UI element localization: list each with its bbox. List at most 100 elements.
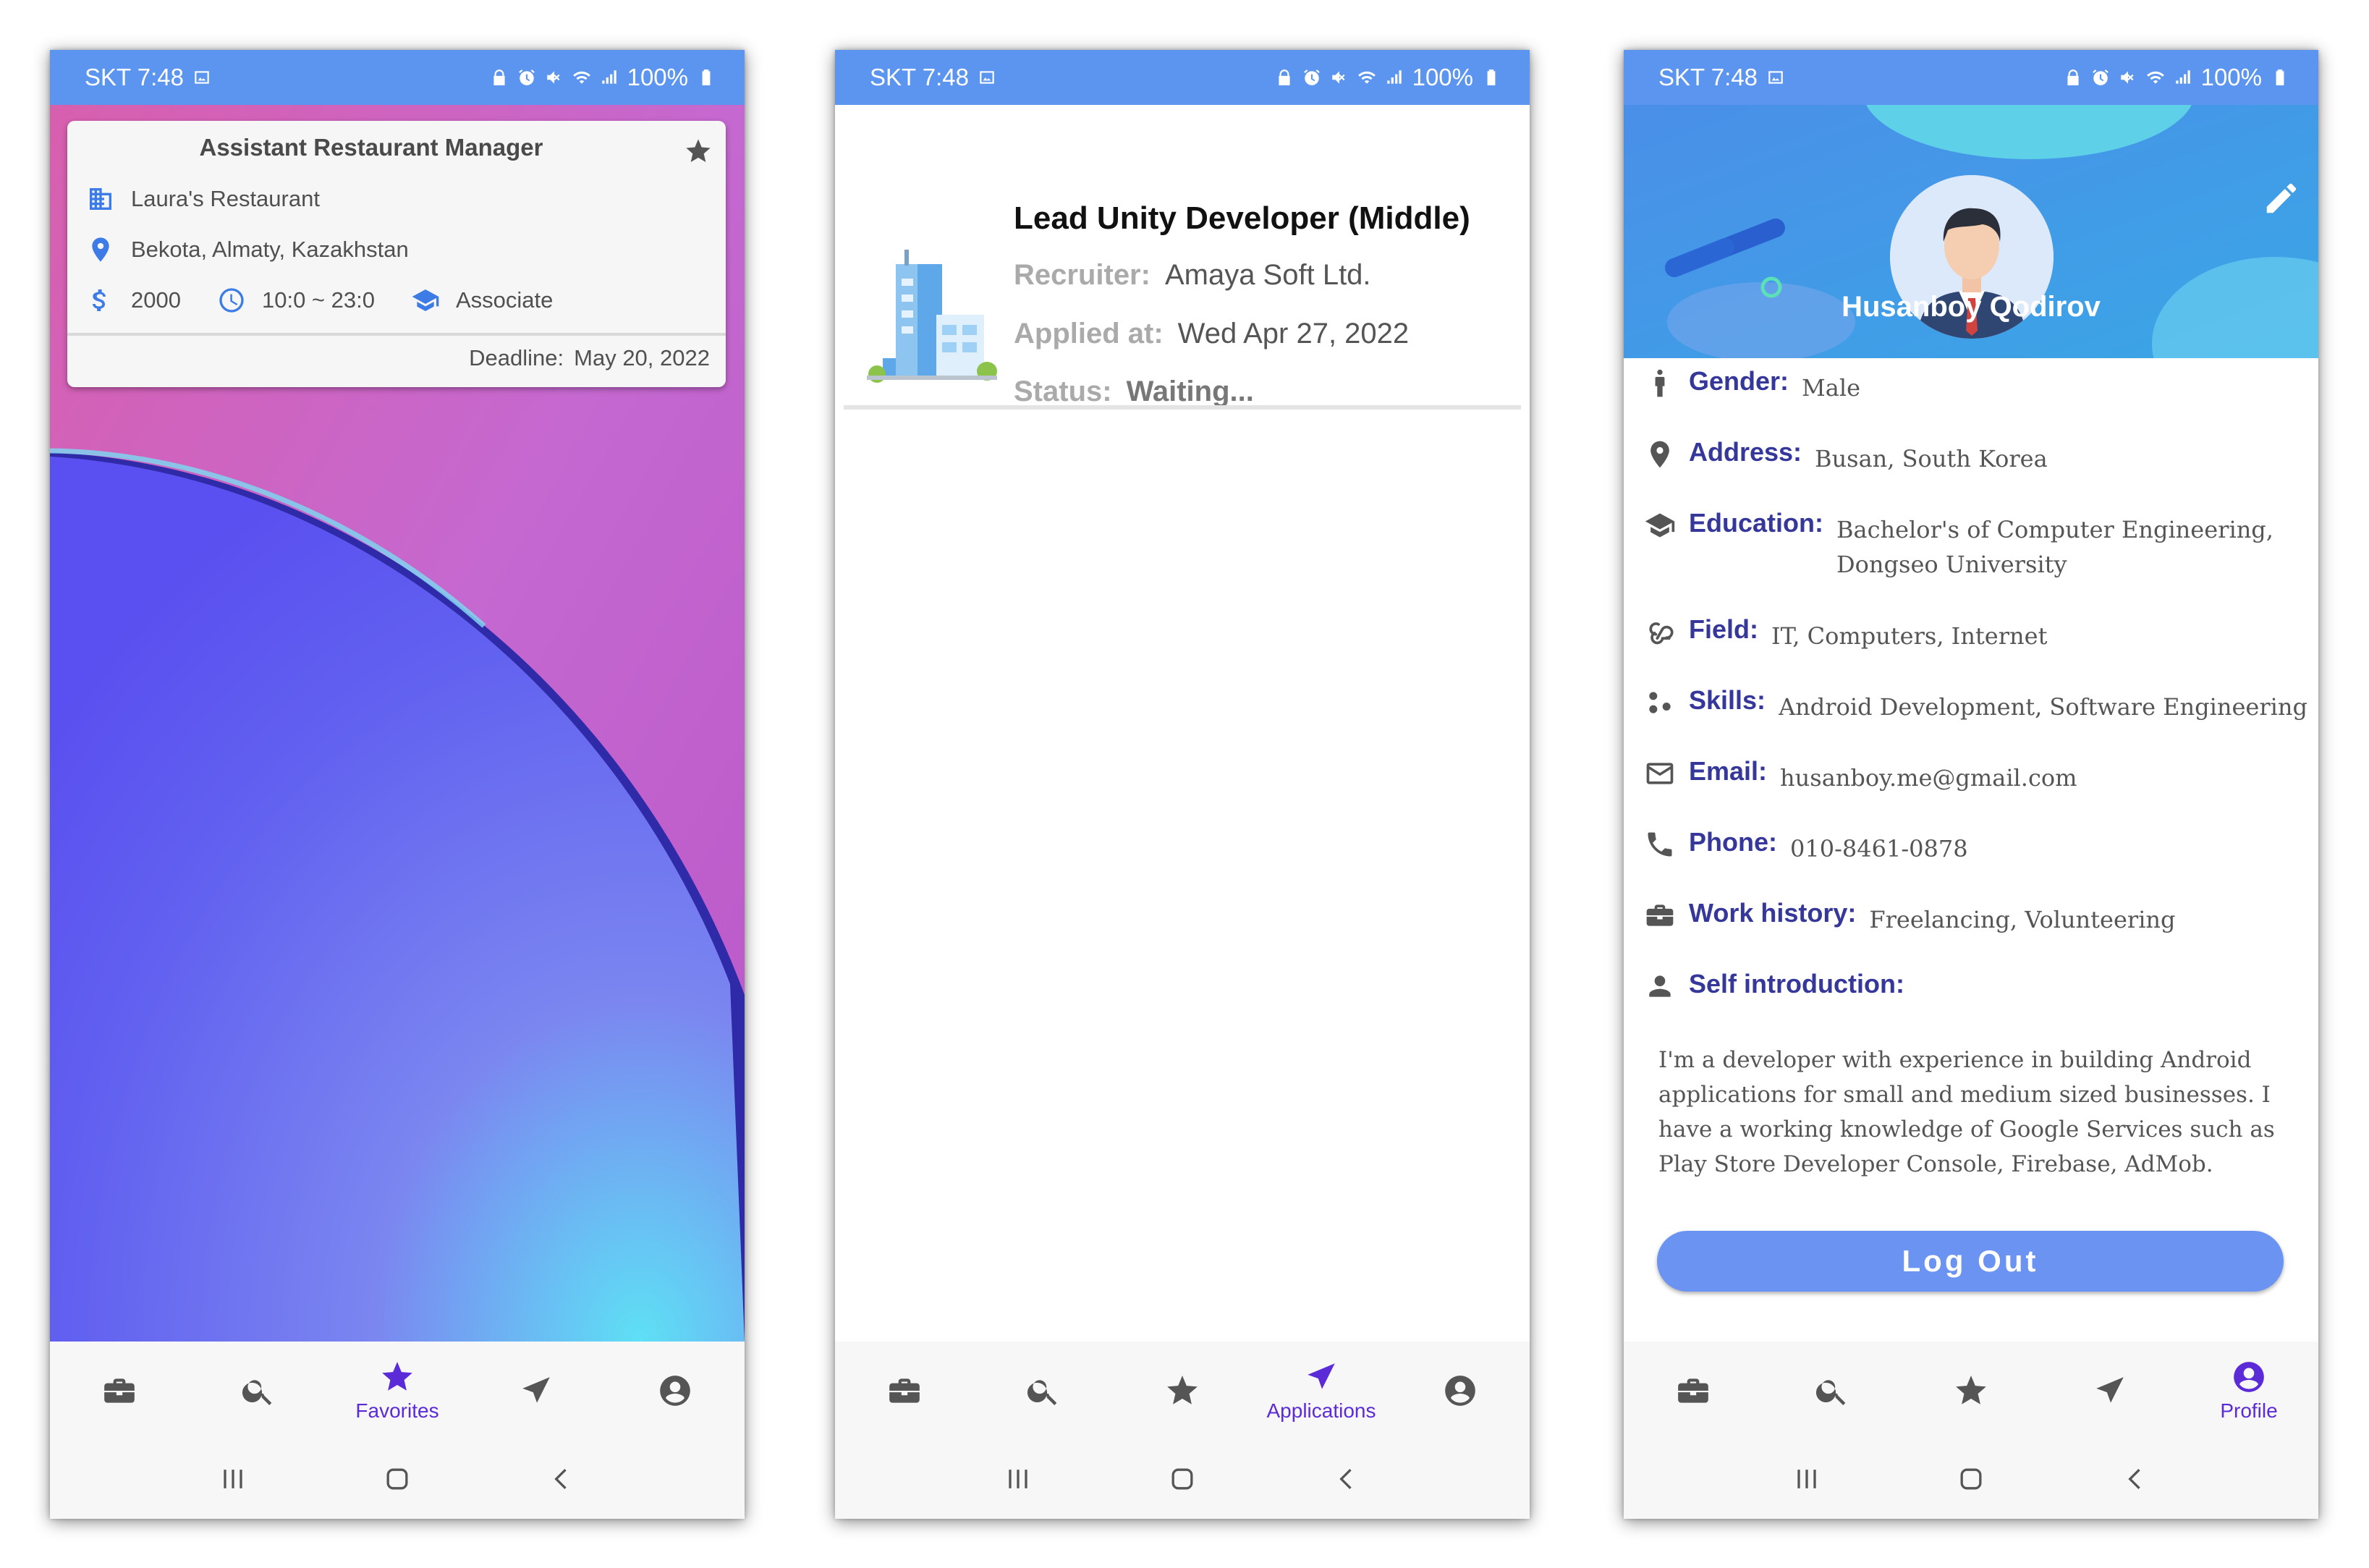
- nav-search[interactable]: [974, 1342, 1113, 1439]
- signal-icon: [600, 68, 619, 87]
- nav-search[interactable]: [1763, 1342, 1902, 1439]
- nav-favorites[interactable]: [1113, 1342, 1252, 1439]
- person-standing-icon: [1644, 368, 1676, 399]
- send-icon: [2092, 1373, 2128, 1409]
- skills-value: Android Development, Software Engineerin…: [1779, 693, 2307, 721]
- nav-jobs[interactable]: [1624, 1342, 1763, 1439]
- nav-applications[interactable]: [2040, 1342, 2179, 1439]
- bottom-navigation: Applications: [835, 1342, 1530, 1439]
- field-value: IT, Computers, Internet: [1771, 622, 2048, 650]
- gallery-notification-icon: [978, 68, 996, 87]
- alarm-icon: [517, 68, 536, 87]
- field-label: Field:: [1689, 614, 1758, 644]
- alarm-icon: [1302, 68, 1321, 87]
- company-row: Laura's Restaurant: [86, 185, 320, 213]
- nav-favorites[interactable]: [1902, 1342, 2040, 1439]
- graduation-cap-icon: [1644, 509, 1676, 541]
- person-icon: [1644, 970, 1676, 1002]
- gallery-notification-icon: [1766, 68, 1785, 87]
- send-icon: [1303, 1359, 1339, 1395]
- back-button[interactable]: [2119, 1463, 2151, 1495]
- back-button[interactable]: [1331, 1463, 1363, 1495]
- email-label: Email:: [1689, 756, 1768, 786]
- application-job-title: Lead Unity Developer (Middle): [1014, 200, 1470, 236]
- skills-row: Skills: Android Development, Software En…: [1644, 685, 2307, 724]
- battery-icon: [697, 68, 716, 87]
- education-value-line1: Bachelor's of Computer Engineering,: [1836, 516, 2273, 543]
- recruiter-line: Recruiter: Amaya Soft Ltd.: [1014, 259, 1371, 292]
- nav-profile[interactable]: [606, 1342, 745, 1439]
- work-history-row: Work history: Freelancing, Volunteering: [1644, 898, 2176, 937]
- gender-value: Male: [1802, 374, 1861, 402]
- phone-value: 010-8461-0878: [1790, 835, 1968, 863]
- signal-icon: [2174, 68, 2192, 87]
- alarm-icon: [2091, 68, 2110, 87]
- self-intro-row: Self introduction:: [1644, 969, 1917, 1002]
- deadline-value: May 20, 2022: [574, 345, 710, 370]
- gender-row: Gender: Male: [1644, 366, 1860, 405]
- system-navigation: [50, 1439, 745, 1519]
- applied-value: Wed Apr 27, 2022: [1177, 318, 1410, 349]
- favorite-star-icon[interactable]: [684, 137, 713, 166]
- home-button[interactable]: [1166, 1463, 1198, 1495]
- battery-percent: 100%: [2200, 64, 2262, 90]
- gallery-notification-icon: [192, 68, 211, 87]
- logout-button[interactable]: Log Out: [1657, 1231, 2284, 1292]
- nav-profile[interactable]: [1391, 1342, 1530, 1439]
- home-button[interactable]: [1955, 1463, 1987, 1495]
- favorite-job-card[interactable]: Assistant Restaurant Manager Laura's Res…: [67, 121, 726, 387]
- home-button[interactable]: [381, 1463, 413, 1495]
- self-intro-text: I'm a developer with experience in build…: [1658, 1047, 2275, 1177]
- address-row: Address: Busan, South Korea: [1644, 437, 2048, 476]
- skills-label: Skills:: [1689, 685, 1766, 715]
- nav-profile[interactable]: Profile: [2179, 1342, 2318, 1439]
- briefcase-icon: [1644, 899, 1676, 931]
- mute-icon: [2119, 68, 2137, 87]
- back-button[interactable]: [546, 1463, 577, 1495]
- recents-button[interactable]: [1791, 1463, 1823, 1495]
- edit-pencil-icon[interactable]: [2262, 179, 2301, 218]
- nav-favorites[interactable]: Favorites: [328, 1342, 467, 1439]
- mute-icon: [1330, 68, 1349, 87]
- email-row: Email: husanboy.me@gmail.com: [1644, 756, 2077, 795]
- nav-applications[interactable]: [467, 1342, 606, 1439]
- phone-icon: [1644, 829, 1676, 860]
- profile-header: Husanboy Qodirov: [1624, 105, 2318, 358]
- dollar-icon: [86, 286, 115, 315]
- status-bar: SKT 7:48 100%: [835, 50, 1530, 105]
- phone-row: Phone: 010-8461-0878: [1644, 827, 1968, 866]
- battery-icon: [1482, 68, 1501, 87]
- bottom-navigation: Profile: [1624, 1342, 2318, 1439]
- application-card[interactable]: Lead Unity Developer (Middle) Recruiter:…: [835, 105, 1530, 416]
- applied-line: Applied at: Wed Apr 27, 2022: [1014, 318, 1409, 350]
- nav-search[interactable]: [189, 1342, 328, 1439]
- system-navigation: [1624, 1439, 2318, 1519]
- system-navigation: [835, 1439, 1530, 1519]
- favorites-screen: SKT 7:48 100% Assistant Restaurant Manag…: [50, 50, 745, 1519]
- battery-icon: [2271, 68, 2289, 87]
- nav-jobs[interactable]: [835, 1342, 974, 1439]
- email-value: husanboy.me@gmail.com: [1780, 764, 2077, 792]
- bottom-navigation: Favorites: [50, 1342, 745, 1439]
- wifi-icon: [1357, 68, 1376, 87]
- scatter-icon: [1644, 687, 1676, 719]
- address-label: Address:: [1689, 437, 1802, 467]
- wifi-icon: [572, 68, 591, 87]
- job-education: Associate: [455, 287, 554, 313]
- briefcase-icon: [1675, 1373, 1711, 1409]
- lock-icon: [490, 68, 509, 87]
- recents-button[interactable]: [217, 1463, 249, 1495]
- education-row: Education: Bachelor's of Computer Engine…: [1644, 508, 2273, 582]
- account-circle-icon: [2231, 1359, 2267, 1395]
- wifi-icon: [2146, 68, 2165, 87]
- status-bar: SKT 7:48 100%: [1624, 50, 2318, 105]
- recents-button[interactable]: [1002, 1463, 1034, 1495]
- webhook-icon: [1644, 616, 1676, 648]
- gender-label: Gender:: [1689, 366, 1789, 396]
- nav-favorites-label: Favorites: [355, 1399, 439, 1422]
- nav-applications[interactable]: Applications: [1252, 1342, 1391, 1439]
- status-label: Status:: [1014, 376, 1112, 407]
- address-value: Busan, South Korea: [1815, 445, 2048, 472]
- location-pin-icon: [1644, 438, 1676, 470]
- nav-jobs[interactable]: [50, 1342, 189, 1439]
